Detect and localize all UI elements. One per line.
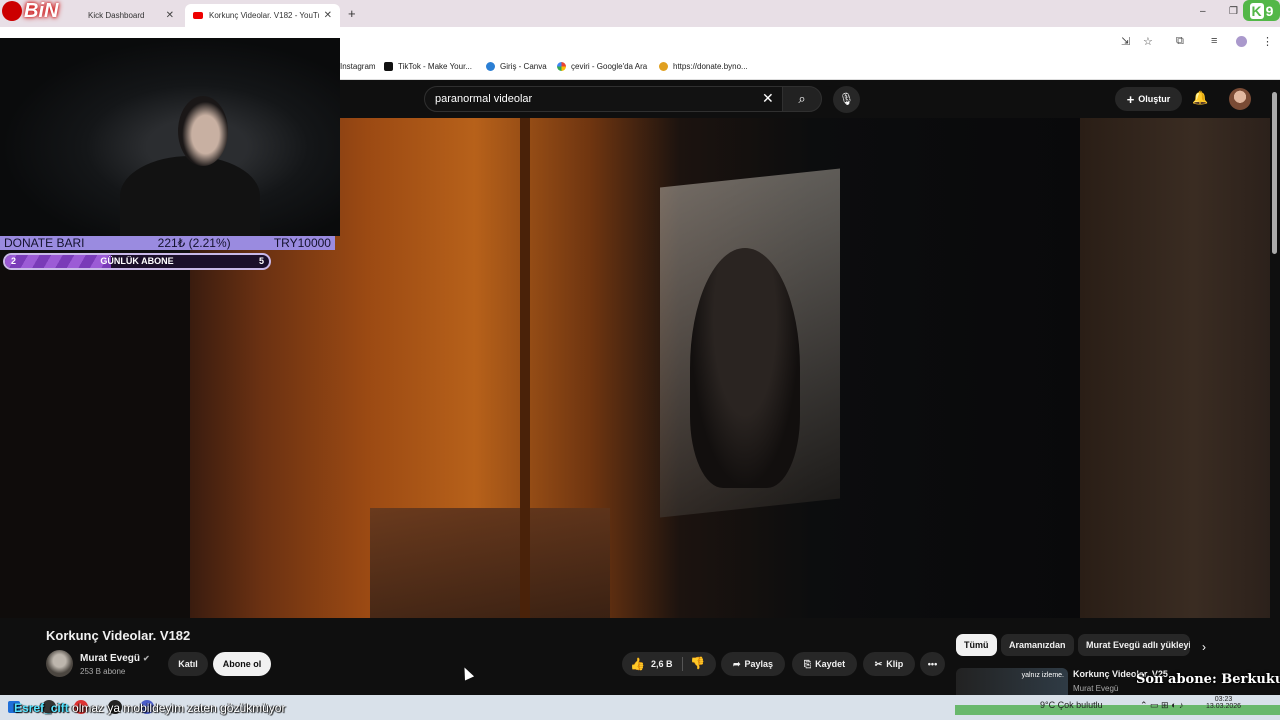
chip-uploader[interactable]: Murat Evegü adlı yükleyici bbox=[1078, 634, 1190, 656]
tab-label: Korkunç Videolar. V182 - YouTube bbox=[209, 11, 319, 20]
donate-label: DONATE BARI bbox=[4, 236, 85, 250]
weather-widget[interactable]: 9°C Çok bulutlu bbox=[1040, 700, 1103, 710]
scrollbar[interactable] bbox=[1272, 92, 1277, 254]
subscriber-count: 253 B abone bbox=[80, 667, 126, 676]
mouse-cursor bbox=[459, 665, 475, 681]
mic-icon: 🎙 bbox=[838, 92, 855, 106]
thumbs-up-icon: 👍 bbox=[630, 657, 645, 671]
google-icon bbox=[557, 62, 566, 71]
bell-icon[interactable]: 🔔 bbox=[1192, 90, 1208, 106]
bookmark-canva[interactable]: Giriş - Canva bbox=[486, 62, 547, 71]
share-icon: ➦ bbox=[732, 658, 741, 669]
daily-subs-label: GÜNLÜK ABONE bbox=[100, 256, 174, 266]
canva-icon bbox=[486, 62, 495, 71]
page-background-left bbox=[0, 270, 190, 618]
close-icon[interactable]: ✕ bbox=[166, 10, 174, 21]
verified-icon: ✔ bbox=[143, 654, 150, 663]
thumbs-down-icon: 👎 bbox=[690, 656, 705, 670]
clock[interactable]: 03:23 13.03.2026 bbox=[1206, 696, 1241, 710]
logo-icon bbox=[2, 1, 22, 21]
tab-label: Kick Dashboard bbox=[88, 11, 145, 20]
search-input[interactable]: paranormal videolar bbox=[424, 86, 785, 112]
channel-avatar[interactable] bbox=[46, 650, 73, 677]
plus-icon[interactable]: + bbox=[348, 6, 356, 21]
menu-icon[interactable]: ⋮ bbox=[1262, 35, 1273, 48]
donate-amount: 221₺ (2.21%) bbox=[157, 236, 231, 250]
daily-subs-bar: GÜNLÜK ABONE 2 5 bbox=[3, 253, 271, 270]
page-background-right bbox=[1080, 118, 1270, 618]
minimize-button[interactable]: – bbox=[1200, 6, 1206, 17]
stream-logo: BiN bbox=[2, 0, 58, 23]
clip-button[interactable]: ✂ Klip bbox=[863, 652, 915, 676]
extensions-icon[interactable]: ⧉ bbox=[1176, 35, 1184, 48]
chip-from-search[interactable]: Aramanızdan bbox=[1001, 634, 1074, 656]
plus-icon: + bbox=[1126, 91, 1135, 107]
webcam-overlay bbox=[0, 38, 340, 236]
bookmark-google[interactable]: çeviri - Google'da Ara bbox=[557, 62, 647, 71]
like-dislike-group: 👍 2,6 B 👎 bbox=[622, 652, 716, 676]
browser-tab-bar: Kick Dashboard ✕ Korkunç Videolar. V182 … bbox=[0, 0, 1280, 27]
restore-button[interactable]: ❐ bbox=[1229, 6, 1238, 17]
kick-badge: K9 bbox=[1243, 0, 1280, 21]
close-icon[interactable]: ✕ bbox=[324, 10, 332, 21]
share-button[interactable]: ➦ Paylaş bbox=[721, 652, 785, 676]
bookmark-instagram[interactable]: Instagram bbox=[340, 62, 376, 71]
mic-button[interactable]: 🎙 bbox=[833, 86, 860, 113]
dislike-button[interactable]: 👎 bbox=[690, 656, 705, 670]
video-title: Korkunç Videolar. V182 bbox=[46, 628, 191, 643]
recommendation-thumbnail[interactable]: yalnız izleme. bbox=[956, 668, 1068, 695]
youtube-icon bbox=[193, 12, 203, 19]
last-subscriber-label: Son abone: Berkukutay bbox=[1136, 672, 1280, 687]
donate-bar: DONATE BARI 221₺ (2.21%) TRY10000 bbox=[0, 236, 335, 250]
scissors-icon: ✂ bbox=[874, 658, 883, 669]
like-button[interactable]: 👍 2,6 B bbox=[630, 657, 672, 671]
install-icon[interactable]: ⇲ bbox=[1121, 35, 1130, 48]
daily-subs-current: 2 bbox=[11, 256, 17, 266]
join-button[interactable]: Katıl bbox=[168, 652, 208, 676]
close-icon[interactable]: ✕ bbox=[762, 90, 774, 107]
save-button[interactable]: ⎘ Kaydet bbox=[792, 652, 857, 676]
donate-goal: TRY10000 bbox=[273, 236, 331, 250]
search-button[interactable]: ⌕ bbox=[782, 86, 822, 112]
chat-user: Esref_cift bbox=[14, 701, 69, 715]
media-icon[interactable]: ≡ bbox=[1211, 35, 1217, 47]
chevron-right-icon[interactable]: › bbox=[1202, 640, 1206, 654]
create-button[interactable]: + Oluştur bbox=[1115, 87, 1182, 111]
bookmark-icon: ⎘ bbox=[803, 658, 812, 669]
more-button[interactable]: ••• bbox=[920, 652, 945, 676]
tab-youtube[interactable]: Korkunç Videolar. V182 - YouTube ✕ bbox=[185, 4, 340, 27]
daily-subs-target: 5 bbox=[258, 256, 264, 266]
channel-name[interactable]: Murat Evegü ✔ bbox=[80, 653, 150, 664]
tiktok-icon bbox=[384, 62, 393, 71]
chip-all[interactable]: Tümü bbox=[956, 634, 997, 656]
chat-text: olmaz ya mobildeyim zaten gözükmüyor bbox=[72, 701, 286, 715]
profile-icon[interactable] bbox=[1236, 36, 1247, 47]
system-tray[interactable]: ⌃ ▭ ⊞ ◐ ♪ bbox=[1140, 700, 1184, 711]
recommendation-channel: Murat Evegü bbox=[1073, 684, 1119, 693]
tab-kick-dashboard[interactable]: Kick Dashboard ✕ bbox=[60, 4, 182, 27]
star-icon[interactable]: ☆ bbox=[1143, 35, 1153, 48]
chat-message: Esref_cift olmaz ya mobildeyim zaten göz… bbox=[14, 701, 285, 715]
avatar[interactable] bbox=[1229, 88, 1251, 110]
donate-icon bbox=[659, 62, 668, 71]
search-icon: ⌕ bbox=[798, 91, 806, 106]
bookmark-tiktok[interactable]: TikTok - Make Your... bbox=[384, 62, 472, 71]
subscribe-button[interactable]: Abone ol bbox=[213, 652, 271, 676]
bookmark-donate[interactable]: https://donate.byno... bbox=[659, 62, 748, 71]
like-count: 2,6 B bbox=[650, 659, 673, 669]
